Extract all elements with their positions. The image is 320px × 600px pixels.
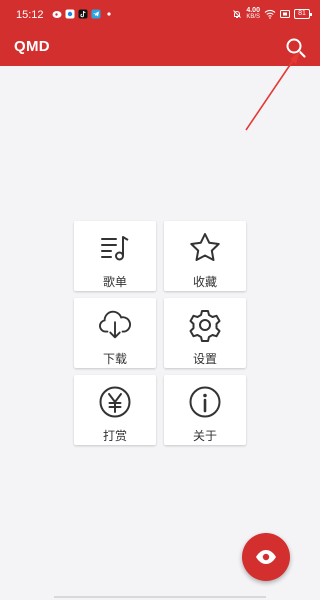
app-title: QMD — [14, 38, 50, 55]
menu-tile-label: 设置 — [192, 352, 217, 366]
menu-tile-donate[interactable]: 打赏 — [74, 375, 156, 445]
battery-level: 81 — [298, 10, 306, 17]
eye-icon — [256, 550, 276, 564]
menu-tile-about[interactable]: 关于 — [164, 375, 246, 445]
status-bar: 15:12 4.00 KB/S 81 — [0, 0, 320, 30]
status-icons: 4.00 KB/S 81 — [232, 7, 312, 21]
camera-app-icon — [65, 9, 75, 19]
network-speed-value: 4.00 — [246, 7, 260, 14]
network-speed-unit: KB/S — [246, 14, 260, 20]
mute-bell-icon — [233, 10, 242, 18]
gear-icon — [188, 308, 222, 342]
tiktok-icon — [78, 9, 88, 19]
playlist-icon — [98, 231, 132, 265]
menu-tile-label: 收藏 — [192, 275, 217, 289]
menu-tile-label: 关于 — [192, 429, 217, 443]
cloud-download-icon — [98, 308, 132, 342]
star-icon — [188, 231, 222, 265]
menu-tile-playlist[interactable]: 歌单 — [74, 221, 156, 291]
annotation-arrow — [245, 51, 300, 131]
network-speed: 4.00 KB/S — [246, 7, 260, 21]
menu-tile-download[interactable]: 下载 — [74, 298, 156, 368]
menu-tile-label: 打赏 — [102, 429, 127, 443]
telegram-icon — [91, 9, 101, 19]
menu-tile-label: 歌单 — [102, 275, 127, 289]
notification-icons — [52, 9, 114, 19]
gesture-nav-bar[interactable] — [54, 596, 266, 598]
weibo-icon — [52, 11, 62, 18]
menu-tile-label: 下载 — [102, 352, 127, 366]
menu-tile-settings[interactable]: 设置 — [164, 298, 246, 368]
volte-icon — [280, 10, 290, 18]
wifi-icon — [264, 9, 276, 19]
menu-tile-favorites[interactable]: 收藏 — [164, 221, 246, 291]
floating-action-button[interactable] — [242, 533, 290, 581]
yen-icon — [98, 385, 132, 419]
dot-icon — [107, 12, 111, 16]
menu-grid: 歌单 收藏 下载 设置 打赏 关于 — [74, 221, 246, 445]
info-icon — [188, 385, 222, 419]
battery-icon: 81 — [294, 9, 312, 19]
status-time: 15:12 — [16, 9, 44, 21]
